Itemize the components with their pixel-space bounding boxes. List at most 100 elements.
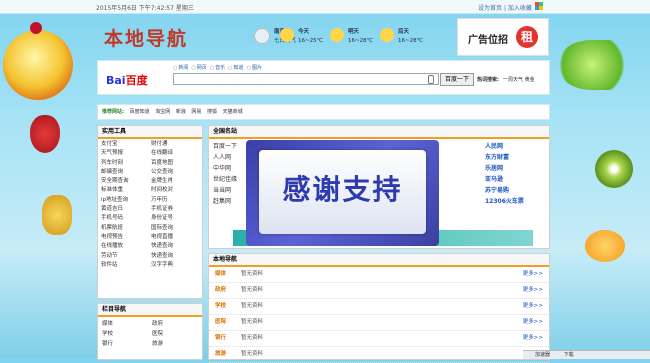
tool-link[interactable]: 手机证券 — [151, 205, 201, 214]
site-logo[interactable]: 本地导航 — [104, 24, 188, 51]
local-category[interactable]: 银行 — [215, 331, 226, 346]
site-link[interactable]: 天猫商城 — [223, 109, 243, 115]
tool-link[interactable]: 金牌生肖 — [151, 177, 201, 186]
tool-link[interactable]: 公交查询 — [151, 168, 201, 177]
search-button[interactable]: 百度一下 — [440, 73, 474, 86]
tools-title: 实用工具 — [98, 126, 202, 139]
more-link[interactable]: 更多>> — [523, 331, 543, 346]
kiwi-icon — [595, 150, 633, 188]
logo-text: 本地导航 — [104, 28, 189, 50]
local-category[interactable]: 学校 — [215, 299, 226, 314]
thanks-popup-inner: 感谢支持 — [259, 150, 426, 234]
search-option[interactable]: 网页 — [191, 64, 207, 71]
tool-link[interactable]: 支付宝 — [101, 140, 151, 149]
search-option[interactable]: 知道 — [228, 64, 244, 71]
tool-link[interactable]: 机票航班 — [101, 224, 151, 233]
local-nav-panel: 本地导航 媒体 暂无资料 更多>> 政府 暂无资料 更多>> 学校 暂无资料 更多>> 医院 暂无资… — [208, 253, 550, 363]
add-favorite-link[interactable]: 加入收藏 — [508, 5, 532, 12]
local-category[interactable]: 医院 — [215, 315, 226, 330]
microphone-icon[interactable] — [428, 75, 434, 84]
weather-temp: 16~28℃ — [348, 38, 373, 44]
search-option[interactable]: 图片 — [247, 64, 262, 71]
national-site-link[interactable]: 东方财富 — [485, 152, 553, 163]
baidu-logo[interactable]: Bai百度 — [106, 72, 148, 88]
tool-link[interactable]: 在线播放 — [101, 242, 151, 251]
more-link[interactable]: 更多>> — [523, 267, 543, 282]
tool-link[interactable]: ip地址查询 — [101, 196, 151, 205]
weather-day-after: 后天 16~28℃ — [380, 28, 423, 46]
local-value: 暂无资料 — [241, 319, 264, 325]
column-nav-link[interactable]: 学校 — [102, 329, 152, 339]
local-category[interactable]: 旅游 — [215, 347, 226, 362]
local-value: 暂无资料 — [241, 303, 264, 309]
site-link[interactable]: 百度知道 — [130, 109, 150, 115]
set-home-link[interactable]: 设为首页 — [478, 5, 502, 12]
tool-link[interactable]: 身份证号 — [151, 214, 201, 223]
local-category[interactable]: 媒体 — [215, 267, 226, 282]
tool-link[interactable]: 万年历 — [151, 196, 201, 205]
weather-today: 今天 16~25℃ — [280, 28, 323, 46]
tool-link[interactable]: 黄道吉日 — [101, 205, 151, 214]
local-nav-row: 医院 暂无资料 更多>> — [209, 315, 549, 331]
top-bar: 2015年5月6日 下午7:42:57 星期三 设为首页 | 加入收藏 — [0, 0, 650, 14]
national-site-link[interactable]: 乐居网 — [485, 163, 553, 174]
national-site-link[interactable]: 亚马逊 — [485, 174, 553, 185]
tool-link[interactable]: 时间校对 — [151, 186, 201, 195]
weather-day: 今天 — [298, 29, 310, 35]
site-link[interactable]: 淘宝网 — [155, 109, 170, 115]
hot-link[interactable]: 黄金 — [525, 77, 535, 83]
search-option[interactable]: 音乐 — [210, 64, 225, 71]
tool-link[interactable]: 邮编查询 — [101, 168, 151, 177]
tool-link[interactable]: 汉字字典 — [151, 261, 201, 270]
local-category[interactable]: 政府 — [215, 283, 226, 298]
tools-panel: 实用工具 支付宝 财付通 天气预报 在线翻译 列车时刻 百度地图 邮编查询 公交查询 安全期查询… — [97, 125, 203, 299]
hot-label: 热词搜索: — [477, 77, 499, 83]
ad-banner[interactable]: 广告位招 租 — [457, 18, 549, 56]
recommended-sites: 推荐网站: 百度知道 淘宝网 新浪 网易 搜狐 天猫商城 — [97, 104, 550, 120]
tools-list: 支付宝 财付通 天气预报 在线翻译 列车时刻 百度地图 邮编查询 公交查询 安全期查询 金牌生肖标… — [98, 139, 202, 271]
weather-temp: 16~28℃ — [398, 38, 423, 44]
tool-link[interactable]: 国际查询 — [151, 224, 201, 233]
hot-link[interactable]: 一周天气 — [503, 77, 523, 83]
tool-link[interactable]: 快递查询 — [151, 242, 201, 251]
tool-link[interactable]: 标准体重 — [101, 186, 151, 195]
tool-link[interactable]: 在线翻译 — [151, 149, 201, 158]
accelerator-button[interactable]: 加速器 — [535, 352, 550, 358]
column-nav-link[interactable]: 媒体 — [102, 319, 152, 329]
tool-link[interactable]: 软件站 — [101, 261, 151, 270]
local-nav-row: 政府 暂无资料 更多>> — [209, 283, 549, 299]
national-site-link[interactable]: 12306火车票 — [485, 196, 553, 207]
tool-link[interactable]: 劳动节 — [101, 252, 151, 261]
site-link[interactable]: 搜狐 — [207, 109, 217, 115]
tool-link[interactable]: 天气预报 — [101, 149, 151, 158]
weather-day: 后天 — [398, 29, 410, 35]
tool-link[interactable]: 列车时刻 — [101, 159, 151, 168]
site-link[interactable]: 新浪 — [176, 109, 186, 115]
tool-link[interactable]: 百度地图 — [151, 159, 201, 168]
tool-link[interactable]: 安全期查询 — [101, 177, 151, 186]
download-button[interactable]: 下载 — [564, 352, 574, 358]
column-nav-link[interactable]: 政府 — [152, 319, 202, 329]
more-link[interactable]: 更多>> — [523, 315, 543, 330]
local-value: 暂无资料 — [241, 287, 264, 293]
site-link[interactable]: 网易 — [191, 109, 201, 115]
date-time: 2015年5月6日 下午7:42:57 星期三 — [96, 5, 194, 12]
column-nav-link[interactable]: 银行 — [102, 339, 152, 349]
more-link[interactable]: 更多>> — [523, 299, 543, 314]
tool-link[interactable]: 财付通 — [151, 140, 201, 149]
pineapple-icon — [42, 195, 72, 235]
tool-link[interactable]: 快递查询 — [151, 252, 201, 261]
local-value: 暂无资料 — [241, 335, 264, 341]
more-link[interactable]: 更多>> — [523, 283, 543, 298]
column-nav-link[interactable]: 医院 — [152, 329, 202, 339]
tool-link[interactable]: 电视预告 — [101, 233, 151, 242]
column-nav-link[interactable]: 旅游 — [152, 339, 202, 349]
search-input[interactable] — [173, 73, 439, 85]
thanks-popup[interactable]: 感谢支持 — [246, 140, 439, 246]
tool-link[interactable]: 电视直播 — [151, 233, 201, 242]
fruit-splash-icon — [560, 40, 640, 90]
tool-link[interactable]: 手机号码 — [101, 214, 151, 223]
national-site-link[interactable]: 人民网 — [485, 141, 553, 152]
national-site-link[interactable]: 苏宁易购 — [485, 185, 553, 196]
search-option[interactable]: 新闻 — [173, 64, 188, 71]
